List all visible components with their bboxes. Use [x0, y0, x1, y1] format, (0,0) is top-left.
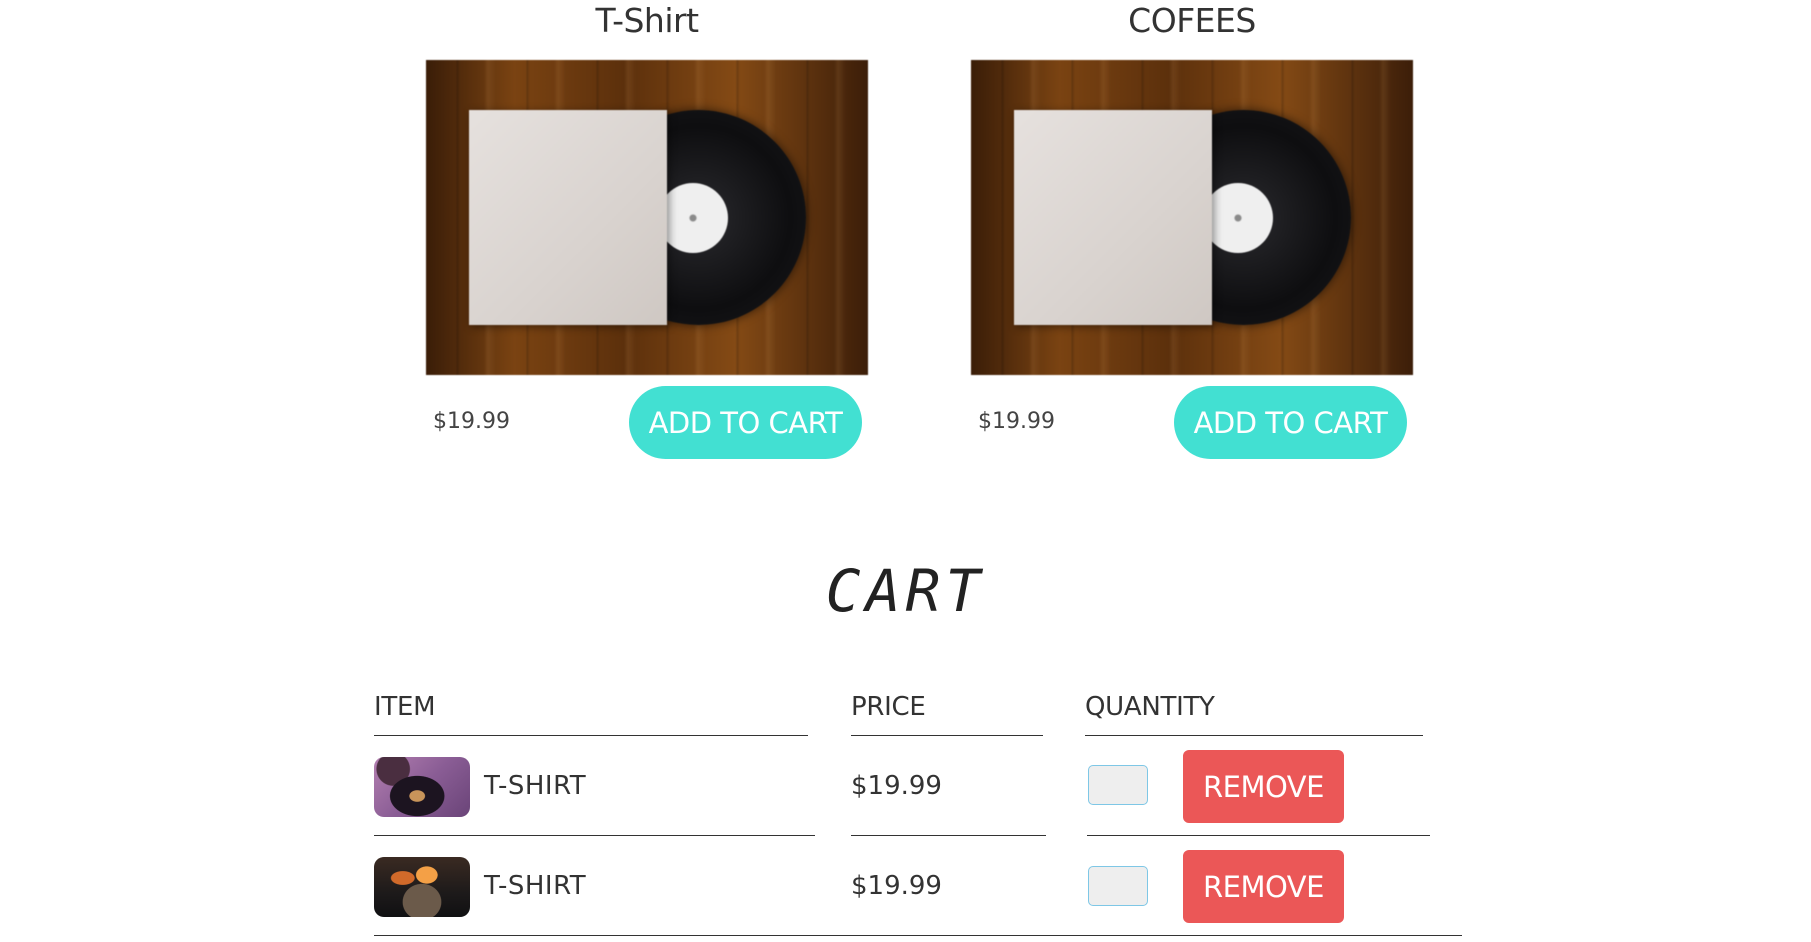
- quantity-header-divider: [1085, 735, 1423, 736]
- quantity-input[interactable]: [1088, 765, 1148, 805]
- add-to-cart-button[interactable]: ADD TO CART: [629, 386, 862, 459]
- product-price: $19.99: [433, 409, 510, 434]
- cart-item-price: $19.99: [851, 871, 942, 901]
- row-divider: [851, 835, 1046, 836]
- product-title: T-Shirt: [595, 1, 699, 40]
- cart-bottom-divider: [374, 935, 1462, 936]
- cart-item-price: $19.99: [851, 771, 942, 801]
- product-price: $19.99: [978, 409, 1055, 434]
- cart-column-quantity-header: QUANTITY: [1085, 692, 1215, 722]
- product-image: [971, 60, 1413, 375]
- remove-button[interactable]: REMOVE: [1183, 850, 1344, 923]
- cart-item-name: T-SHIRT: [484, 871, 587, 901]
- vinyl-sleeve: [1014, 110, 1212, 325]
- vinyl-label: [658, 183, 728, 253]
- cart-item-name: T-SHIRT: [484, 771, 587, 801]
- product-image: [426, 60, 868, 375]
- store-page: T-Shirt $19.99 ADD TO CART COFEES $19.99…: [0, 0, 1811, 942]
- cart-column-price-header: PRICE: [851, 692, 926, 722]
- product-title: COFEES: [1128, 1, 1256, 40]
- remove-button[interactable]: REMOVE: [1183, 750, 1344, 823]
- vinyl-label: [1203, 183, 1273, 253]
- item-header-divider: [374, 735, 808, 736]
- cart-item-thumbnail: [374, 757, 470, 817]
- price-header-divider: [851, 735, 1043, 736]
- cart-column-item-header: ITEM: [374, 692, 436, 722]
- vinyl-sleeve: [469, 110, 667, 325]
- row-divider: [374, 835, 815, 836]
- cart-heading: CART: [825, 557, 986, 625]
- row-divider: [1087, 835, 1430, 836]
- quantity-input[interactable]: [1088, 866, 1148, 906]
- cart-item-thumbnail: [374, 857, 470, 917]
- add-to-cart-button[interactable]: ADD TO CART: [1174, 386, 1407, 459]
